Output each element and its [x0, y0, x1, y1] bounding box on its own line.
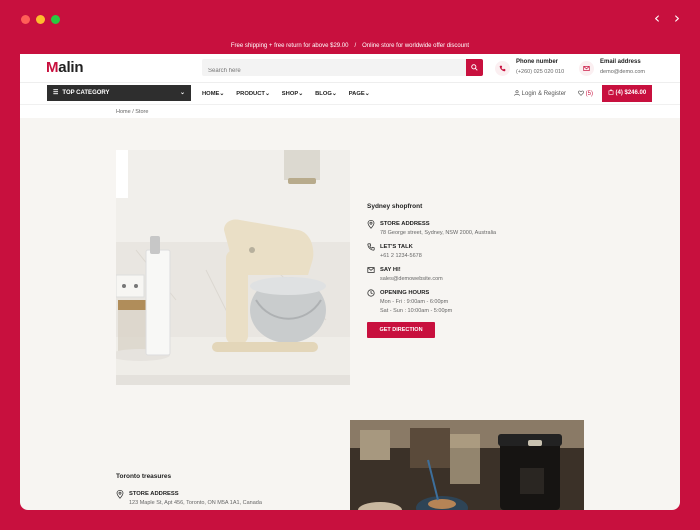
browser-chrome: ‹ ›: [0, 0, 700, 38]
announcement-separator: /: [354, 43, 357, 49]
chevron-right-icon[interactable]: ›: [674, 11, 680, 26]
phone-icon: [367, 243, 375, 251]
menu-item-blog[interactable]: BLOG⌄: [315, 91, 337, 97]
search-box: [202, 59, 483, 80]
clock-icon: [367, 289, 375, 297]
mail-icon: [579, 61, 594, 76]
logo-text: alin: [58, 59, 84, 76]
breadcrumb: Home / Store: [20, 104, 680, 118]
main-navigation: ☰ TOP CATEGORY ⌄ HOME⌄ PRODUCT⌄ SHOP⌄ BLO…: [20, 82, 680, 104]
phone-value[interactable]: (+260) 025 020 010: [516, 69, 564, 75]
menu-item-page[interactable]: PAGE⌄: [349, 91, 370, 97]
site-header: Malin Phone number (+260) 025 020 010 Em…: [20, 54, 680, 82]
address-label: STORE ADDRESS: [380, 221, 430, 227]
online-offer-text: Online store for worldwide offer discoun…: [362, 43, 470, 49]
hours-weekday: Mon - Fri : 9:00am - 6:00pm: [380, 299, 449, 305]
search-input[interactable]: [202, 62, 464, 80]
hours-row: OPENING HOURS Mon - Fri : 9:00am - 6:00p…: [367, 289, 567, 316]
toronto-store-info: Toronto treasures STORE ADDRESS 123 Mapl…: [116, 473, 336, 510]
sydney-store-image: [116, 150, 350, 385]
sydney-store-info: Sydney shopfront STORE ADDRESS 78 George…: [367, 203, 567, 338]
breadcrumb-text[interactable]: Home / Store: [116, 109, 148, 115]
menu-item-home[interactable]: HOME⌄: [202, 91, 224, 97]
minimize-window-dot[interactable]: [36, 15, 45, 24]
logo-initial: M: [46, 59, 59, 76]
email-value[interactable]: demo@demo.com: [600, 69, 645, 75]
heart-icon: [578, 90, 584, 96]
store-name: Sydney shopfront: [367, 203, 423, 210]
phone-label: Phone number: [516, 59, 559, 65]
menu-bar: HOME⌄ PRODUCT⌄ SHOP⌄ BLOG⌄ PAGE⌄: [202, 83, 382, 105]
chevron-left-icon[interactable]: ‹: [654, 11, 660, 26]
menu-icon: ☰: [53, 90, 59, 96]
talk-label: LET'S TALK: [380, 244, 413, 250]
maximize-window-dot[interactable]: [51, 15, 60, 24]
map-pin-icon: [116, 490, 124, 499]
address-value: 78 George street, Sydney, NSW 2000, Aust…: [380, 230, 497, 236]
store-address-row: STORE ADDRESS 123 Maple St, Apt 456, Tor…: [116, 490, 336, 508]
login-register-link[interactable]: Login & Register: [514, 90, 566, 97]
user-icon: [514, 90, 520, 96]
wishlist-count: (5): [585, 91, 594, 97]
menu-item-shop[interactable]: SHOP⌄: [282, 91, 303, 97]
store-email[interactable]: sales@demowebsite.com: [380, 275, 567, 284]
login-register-label: Login & Register: [521, 91, 567, 97]
menu-item-page-label: PAGE: [348, 91, 365, 97]
phone-icon: [495, 61, 510, 76]
wishlist-link[interactable]: (5): [578, 90, 593, 97]
store-phone[interactable]: +61 2 1234-5678: [380, 252, 567, 261]
get-direction-button[interactable]: GET DIRECTION: [367, 322, 435, 338]
email-label: Email address: [600, 59, 641, 65]
say-hi-label: SAY HI!: [380, 267, 401, 273]
close-window-dot[interactable]: [21, 15, 30, 24]
search-button[interactable]: [466, 59, 483, 76]
menu-item-product-label: PRODUCT: [236, 91, 265, 97]
chevron-down-icon: ⌄: [179, 90, 185, 96]
store-address-row: STORE ADDRESS 78 George street, Sydney, …: [367, 220, 567, 238]
address-label: STORE ADDRESS: [129, 491, 179, 497]
map-pin-icon: [367, 220, 375, 229]
address-value: 123 Maple St, Apt 456, Toronto, ON M5A 1…: [129, 500, 262, 506]
hours-label: OPENING HOURS: [380, 290, 430, 296]
site-logo[interactable]: Malin: [46, 59, 84, 76]
hours-weekend: Sat - Sun : 10:00am - 5:00pm: [380, 308, 453, 314]
phone-row: LET'S TALK +61 2 1234-5678: [367, 243, 567, 261]
menu-item-shop-label: SHOP: [281, 91, 299, 97]
menu-item-blog-label: BLOG: [315, 91, 332, 97]
top-category-label: TOP CATEGORY: [62, 90, 110, 96]
cart-button[interactable]: (4) $246.00: [602, 85, 652, 102]
email-row: SAY HI! sales@demowebsite.com: [367, 266, 567, 284]
menu-item-product[interactable]: PRODUCT⌄: [236, 91, 270, 97]
browser-window: Free shipping + free return for above $2…: [20, 38, 680, 510]
bag-icon: [608, 89, 614, 95]
toronto-store-image: [350, 420, 584, 510]
mail-icon: [367, 267, 375, 273]
search-icon: [471, 64, 478, 71]
store-name: Toronto treasures: [116, 473, 172, 480]
top-category-dropdown[interactable]: ☰ TOP CATEGORY ⌄: [47, 85, 191, 101]
shipping-text: Free shipping + free return for above $2…: [230, 43, 349, 49]
menu-item-home-label: HOME: [202, 91, 220, 97]
cart-total: (4) $246.00: [615, 90, 647, 96]
announcement-bar: Free shipping + free return for above $2…: [20, 38, 680, 54]
